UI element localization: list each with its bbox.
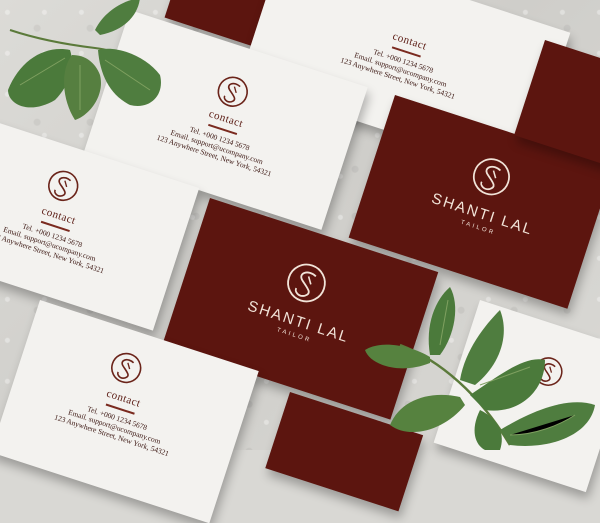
leaf-branch-icon bbox=[8, 0, 161, 120]
s-monogram-logo bbox=[462, 149, 519, 209]
s-monogram-logo bbox=[276, 254, 336, 317]
leaf-branch-icon bbox=[365, 287, 595, 450]
